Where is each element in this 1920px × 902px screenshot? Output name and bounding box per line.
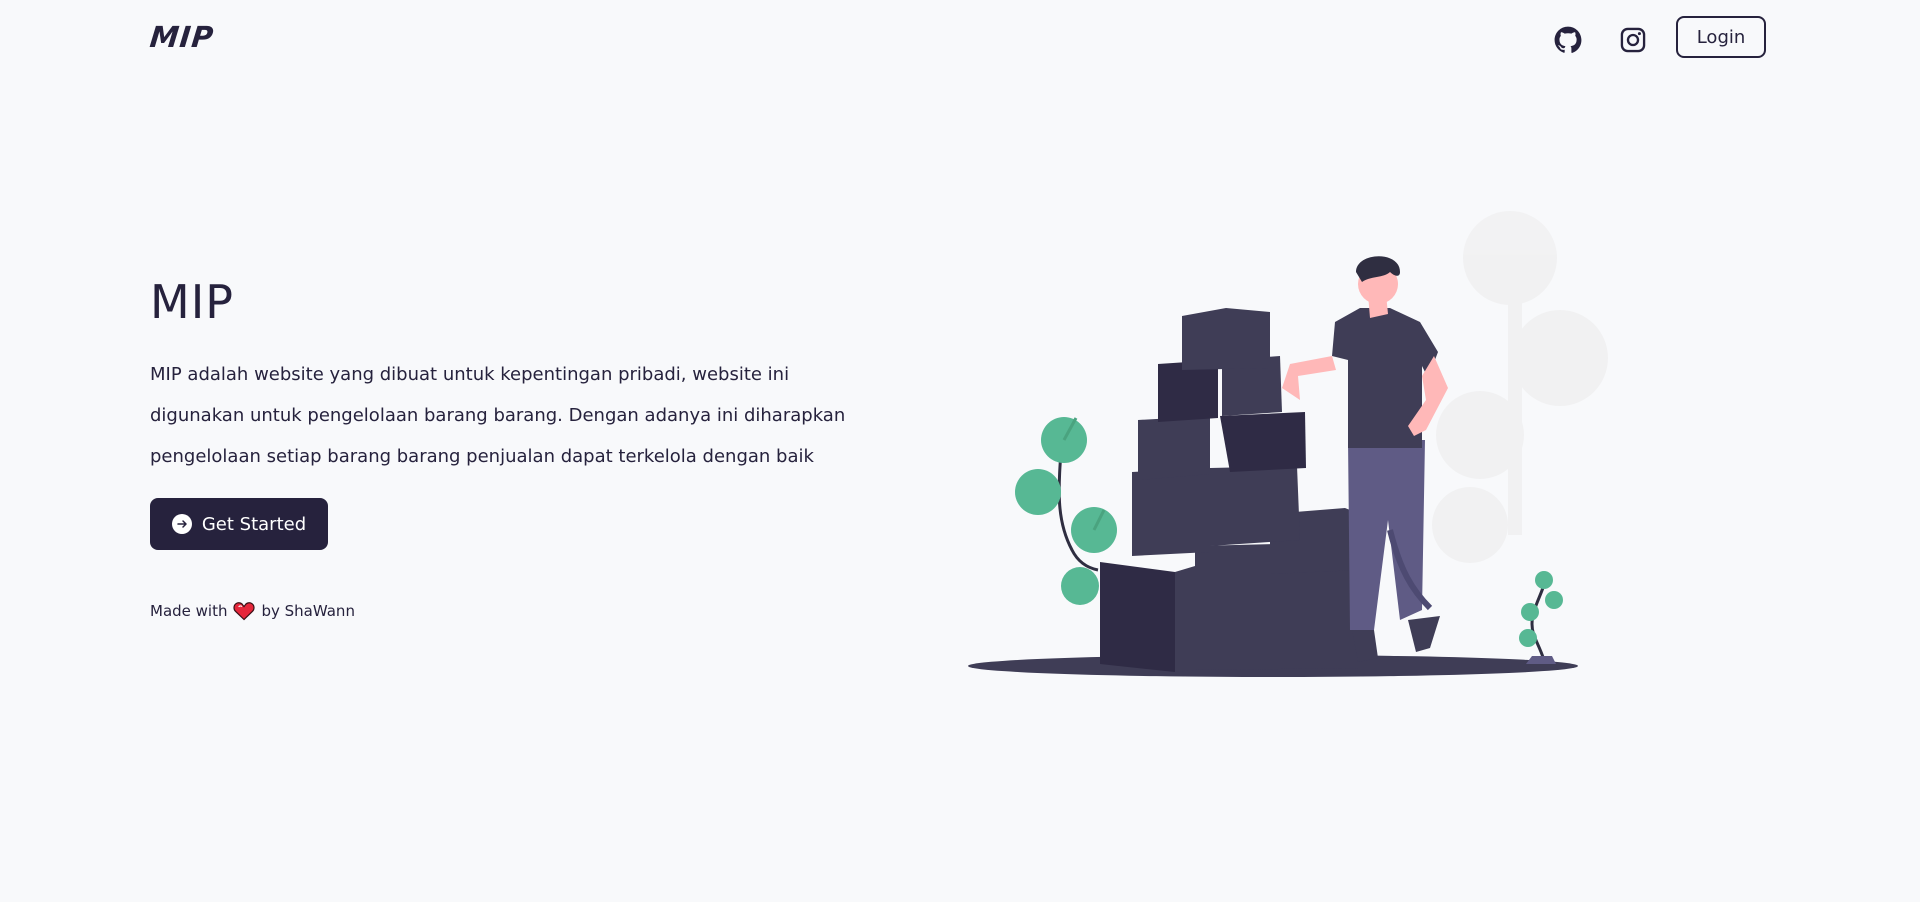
background-plant: [1432, 211, 1608, 563]
get-started-label: Get Started: [201, 513, 307, 535]
hero-illustration: [968, 211, 1608, 677]
credit-prefix: Made with: [150, 602, 228, 620]
github-icon: [1554, 26, 1582, 53]
login-button[interactable]: Login: [1676, 16, 1766, 58]
logo[interactable]: MIP: [148, 20, 215, 54]
arrow-right-circle-icon: [171, 514, 192, 534]
credit-suffix: by ShaWann: [261, 602, 355, 620]
instagram-icon: [1620, 27, 1646, 53]
hero-description: MIP adalah website yang dibuat untuk kep…: [150, 364, 846, 467]
right-plant: [1519, 571, 1563, 664]
get-started-button[interactable]: Get Started: [150, 498, 328, 550]
landing-page: MIP Login MIP MIP adalah website yang di…: [0, 0, 1920, 902]
instagram-link[interactable]: [1618, 25, 1648, 55]
page-title: MIP: [150, 275, 234, 329]
github-link[interactable]: [1553, 25, 1583, 55]
credit-line: Made with by ShaWann: [150, 601, 355, 621]
heart-icon: [233, 601, 256, 621]
